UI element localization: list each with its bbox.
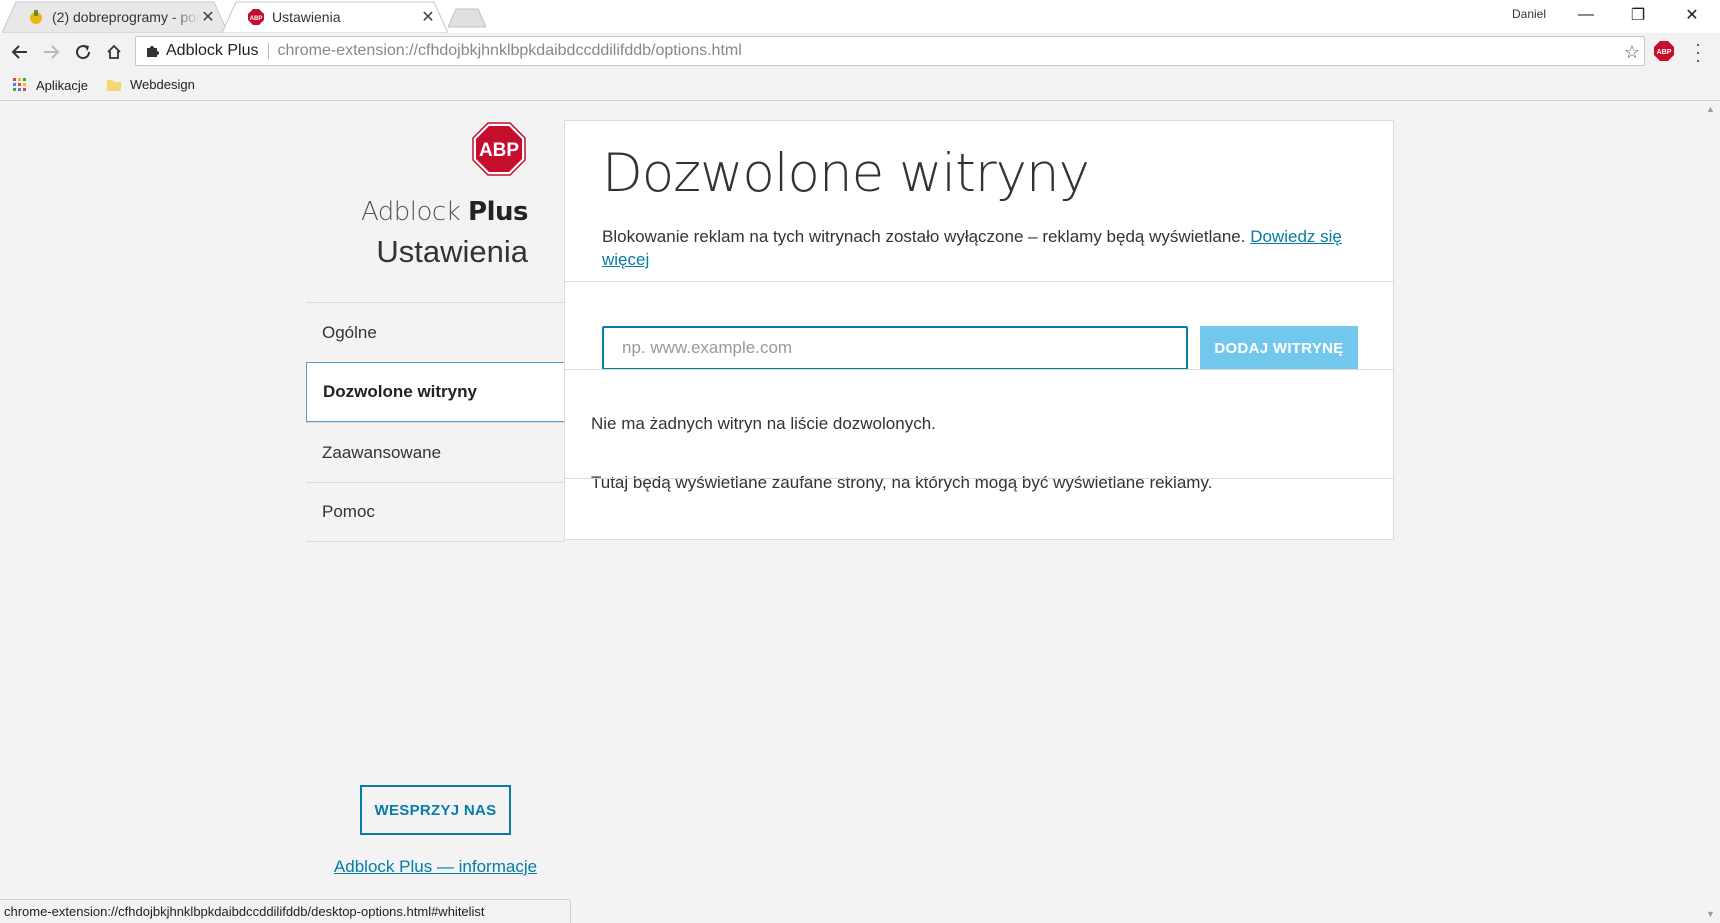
- bookmark-star-icon[interactable]: ☆: [1624, 42, 1640, 63]
- home-icon[interactable]: [104, 42, 124, 62]
- tab-title: Ustawienia: [272, 9, 341, 25]
- svg-text:ABP: ABP: [250, 16, 263, 22]
- bookmark-label: Aplikacje: [36, 77, 89, 93]
- tab-dobreprogramy[interactable]: (2) dobreprogramy - por ✕: [2, 1, 228, 33]
- bookmarks-bar: Aplikacje Webdesign: [0, 71, 1720, 101]
- close-tab-icon[interactable]: ✕: [420, 7, 436, 27]
- forward-icon[interactable]: [41, 42, 61, 62]
- browser-menu-icon[interactable]: · · ·: [1694, 35, 1702, 69]
- profile-name[interactable]: Daniel: [1512, 7, 1546, 21]
- brand-bold: Plus: [468, 197, 528, 227]
- sidebar-nav: Ogólne Dozwolone witryny Zaawansowane Po…: [306, 302, 565, 542]
- address-origin: Adblock Plus: [166, 42, 259, 59]
- add-site-button[interactable]: DODAJ WITRYNĘ: [1200, 326, 1358, 370]
- brand-light: Adblock: [360, 197, 461, 227]
- page-scrollbar[interactable]: ▲ ▼: [1702, 102, 1720, 923]
- abp-favicon: ABP: [248, 9, 264, 25]
- restore-icon[interactable]: ❐: [1612, 0, 1664, 30]
- new-tab-button[interactable]: [448, 8, 486, 28]
- sidebar-item-general[interactable]: Ogólne: [306, 302, 565, 362]
- empty-list-hint: Tutaj będą wyświetlane zaufane strony, n…: [591, 473, 1213, 492]
- scroll-up-icon[interactable]: ▲: [1706, 104, 1715, 114]
- support-us-button[interactable]: WESPRZYJ NAS: [360, 785, 511, 835]
- abp-extension-icon[interactable]: ABP: [1654, 41, 1674, 61]
- empty-list-message: Nie ma żadnych witryn na liście dozwolon…: [591, 414, 936, 433]
- close-tab-icon[interactable]: ✕: [200, 7, 216, 27]
- options-page: ABP Adblock Plus Ustawienia Ogólne Dozwo…: [0, 102, 1702, 923]
- back-icon[interactable]: [10, 42, 30, 62]
- address-bar[interactable]: Adblock Plus chrome-extension://cfhdojbk…: [135, 36, 1645, 66]
- svg-text:ABP: ABP: [479, 140, 519, 161]
- page-description: Blokowanie reklam na tych witrynach zost…: [602, 225, 1362, 271]
- close-window-icon[interactable]: ✕: [1666, 0, 1718, 30]
- address-url: chrome-extension://cfhdojbkjhnklbpkdaibd…: [277, 42, 742, 59]
- page-title: Dozwolone witryny: [602, 143, 1090, 204]
- abp-logo-icon: ABP: [472, 122, 526, 176]
- whitelist-site-input[interactable]: [602, 326, 1188, 370]
- status-bar-url: chrome-extension://cfhdojbkjhnklbpkdaibd…: [0, 899, 571, 923]
- description-text: Blokowanie reklam na tych witrynach zost…: [602, 227, 1246, 246]
- sidebar-item-advanced[interactable]: Zaawansowane: [306, 422, 565, 482]
- reload-icon[interactable]: [73, 42, 93, 62]
- sidebar-item-whitelist[interactable]: Dozwolone witryny: [306, 362, 565, 422]
- whitelist-card: Dozwolone witryny Blokowanie reklam na t…: [564, 120, 1394, 540]
- svg-text:ABP: ABP: [1657, 49, 1672, 56]
- dobreprogramy-favicon: [30, 10, 42, 24]
- about-link[interactable]: Adblock Plus — informacje: [306, 857, 565, 877]
- tab-strip: (2) dobreprogramy - por ✕ ABP Ustawienia…: [0, 0, 1720, 33]
- folder-icon: [107, 79, 121, 91]
- sidebar-item-help[interactable]: Pomoc: [306, 482, 565, 542]
- extension-puzzle-icon: [147, 46, 159, 57]
- sidebar-subtitle: Ustawienia: [376, 234, 528, 269]
- divider: [565, 478, 1393, 479]
- bookmark-apps[interactable]: Aplikacje: [12, 77, 88, 93]
- tab-ustawienia[interactable]: ABP Ustawienia ✕: [222, 1, 448, 33]
- scroll-down-icon[interactable]: ▼: [1706, 909, 1715, 919]
- address-separator: [267, 43, 269, 59]
- brand-name: Adblock Plus: [360, 197, 529, 227]
- apps-grid-icon: [13, 78, 26, 91]
- divider: [565, 281, 1393, 282]
- browser-toolbar: Adblock Plus chrome-extension://cfhdojbk…: [0, 33, 1720, 71]
- divider: [565, 369, 1393, 370]
- tab-title: (2) dobreprogramy - por: [52, 9, 200, 25]
- minimize-icon[interactable]: —: [1560, 0, 1612, 30]
- bookmark-label: Webdesign: [130, 77, 195, 92]
- bookmark-webdesign[interactable]: Webdesign: [106, 77, 195, 92]
